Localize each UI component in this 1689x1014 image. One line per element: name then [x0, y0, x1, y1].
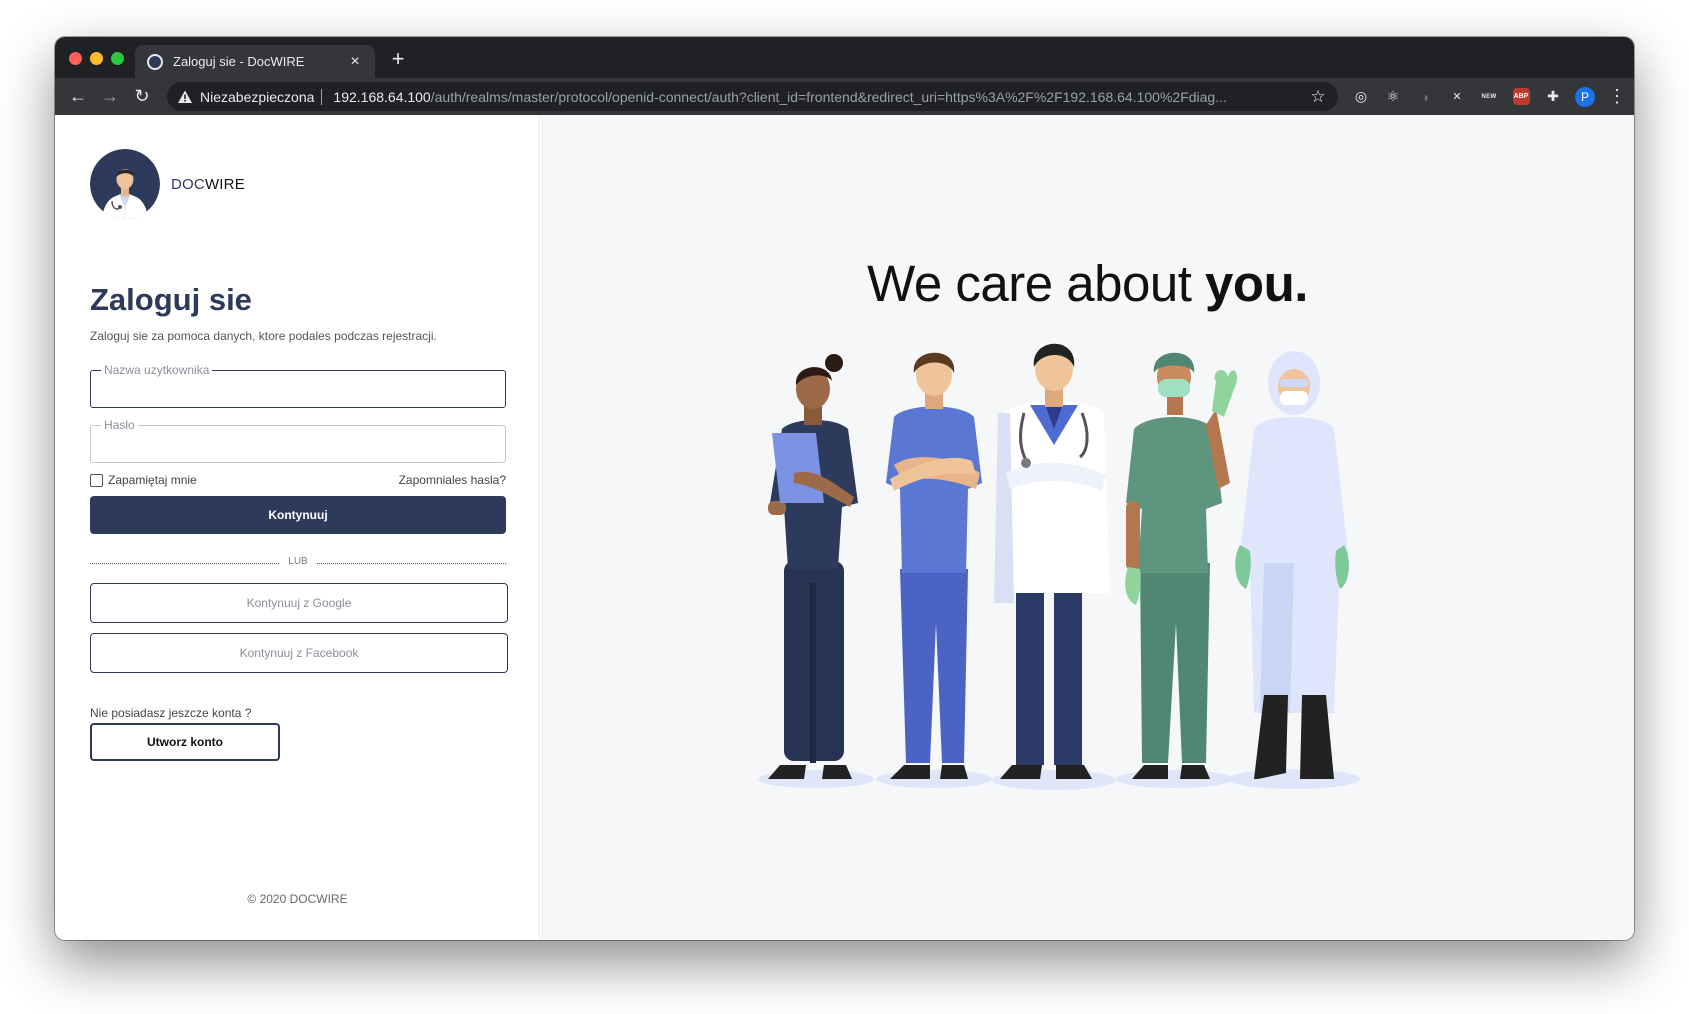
bookmark-star-icon[interactable]: ☆ — [1308, 87, 1328, 107]
tab-title: Zaloguj sie - DocWIRE — [173, 54, 305, 69]
browser-toolbar: ← → ↻ Niezabezpieczona 192.168.64.100/au… — [55, 78, 1634, 115]
back-button[interactable]: ← — [63, 82, 93, 112]
login-title: Zaloguj sie — [90, 282, 252, 317]
url-path: /auth/realms/master/protocol/openid-conn… — [430, 88, 1227, 105]
create-account-button[interactable]: Utworz konto — [90, 723, 280, 761]
login-panel: DOCWIRE Zaloguj sie Zaloguj sie za pomoc… — [55, 115, 540, 940]
browser-tab-active[interactable]: Zaloguj sie - DocWIRE × — [135, 45, 375, 78]
divider-line-right — [317, 563, 506, 564]
or-divider: LUB — [90, 556, 506, 570]
username-label: Nazwa uzytkownika — [101, 363, 213, 377]
forgot-password-link[interactable]: Zapomniales hasla? — [399, 473, 506, 487]
brand-logo[interactable]: DOCWIRE — [90, 149, 245, 219]
facebook-login-button[interactable]: Kontynuuj z Facebook — [90, 633, 508, 673]
new-badge-extension-icon[interactable]: NEW — [1476, 84, 1502, 110]
page-content: DOCWIRE Zaloguj sie Zaloguj sie za pomoc… — [55, 115, 1634, 940]
password-label: Haslo — [101, 418, 138, 432]
nurse-navy-figure — [768, 354, 858, 779]
google-login-button[interactable]: Kontynuuj z Google — [90, 583, 508, 623]
warning-icon[interactable] — [177, 89, 193, 105]
remember-me[interactable]: Zapamiętaj mnie — [90, 473, 197, 487]
react-devtools-icon[interactable]: ⚛ — [1380, 84, 1406, 110]
address-bar[interactable]: Niezabezpieczona 192.168.64.100/auth/rea… — [167, 82, 1338, 111]
window-controls — [69, 52, 124, 65]
profile-avatar-button[interactable]: P — [1572, 84, 1598, 110]
target-extension-icon[interactable]: ◎ — [1348, 84, 1374, 110]
tab-close-icon[interactable]: × — [347, 53, 363, 71]
docwire-favicon-icon — [147, 53, 163, 70]
medical-staff-illustration — [758, 343, 1360, 790]
password-field[interactable]: Haslo — [90, 418, 506, 463]
nurse-blue-figure — [886, 352, 982, 779]
new-tab-button[interactable]: + — [387, 48, 409, 70]
remember-me-checkbox[interactable] — [90, 473, 103, 487]
continue-button[interactable]: Kontynuuj — [90, 496, 506, 534]
hero-panel: We care about you. — [541, 115, 1634, 940]
tab-strip: Zaloguj sie - DocWIRE × + — [55, 37, 1634, 78]
hero-headline: We care about you. — [867, 255, 1308, 312]
password-input[interactable] — [91, 426, 505, 462]
address-separator — [321, 88, 323, 105]
x-extension-icon[interactable]: ✕ — [1444, 84, 1470, 110]
doctor-avatar-icon — [90, 149, 160, 219]
username-field[interactable]: Nazwa uzytkownika — [90, 363, 506, 408]
url-text[interactable]: 192.168.64.100/auth/realms/master/protoc… — [333, 89, 1302, 105]
remember-me-label[interactable]: Zapamiętaj mnie — [108, 473, 197, 487]
divider-label: LUB — [288, 556, 308, 567]
browser-menu-icon[interactable]: ⋮ — [1604, 84, 1630, 110]
zoom-window-button[interactable] — [111, 52, 124, 65]
no-account-text: Nie posiadasz jeszcze konta ? — [90, 706, 252, 720]
hazmat-suit-figure — [1235, 351, 1349, 779]
close-window-button[interactable] — [69, 52, 82, 65]
doctor-figure — [994, 343, 1110, 779]
extensions-area: ◎ ⚛ ◑ ✕ NEW ABP ✚ P ⋮ — [1348, 84, 1630, 110]
forward-button[interactable]: → — [95, 82, 125, 112]
login-subtitle: Zaloguj sie za pomoca danych, ktore poda… — [90, 329, 437, 343]
dark-reader-icon[interactable]: ◑ — [1412, 84, 1438, 110]
puzzle-extensions-icon[interactable]: ✚ — [1540, 84, 1566, 110]
adblock-plus-icon[interactable]: ABP — [1508, 84, 1534, 110]
url-host: 192.168.64.100 — [333, 88, 431, 105]
surgeon-green-figure — [1125, 352, 1238, 779]
brand-name: DOCWIRE — [171, 175, 245, 193]
minimize-window-button[interactable] — [90, 52, 103, 65]
copyright-footer: © 2020 DOCWIRE — [247, 892, 348, 906]
browser-window: Zaloguj sie - DocWIRE × + ← → ↻ Niezabez… — [55, 37, 1634, 940]
security-status-label[interactable]: Niezabezpieczona — [200, 89, 314, 105]
reload-button[interactable]: ↻ — [127, 82, 157, 112]
